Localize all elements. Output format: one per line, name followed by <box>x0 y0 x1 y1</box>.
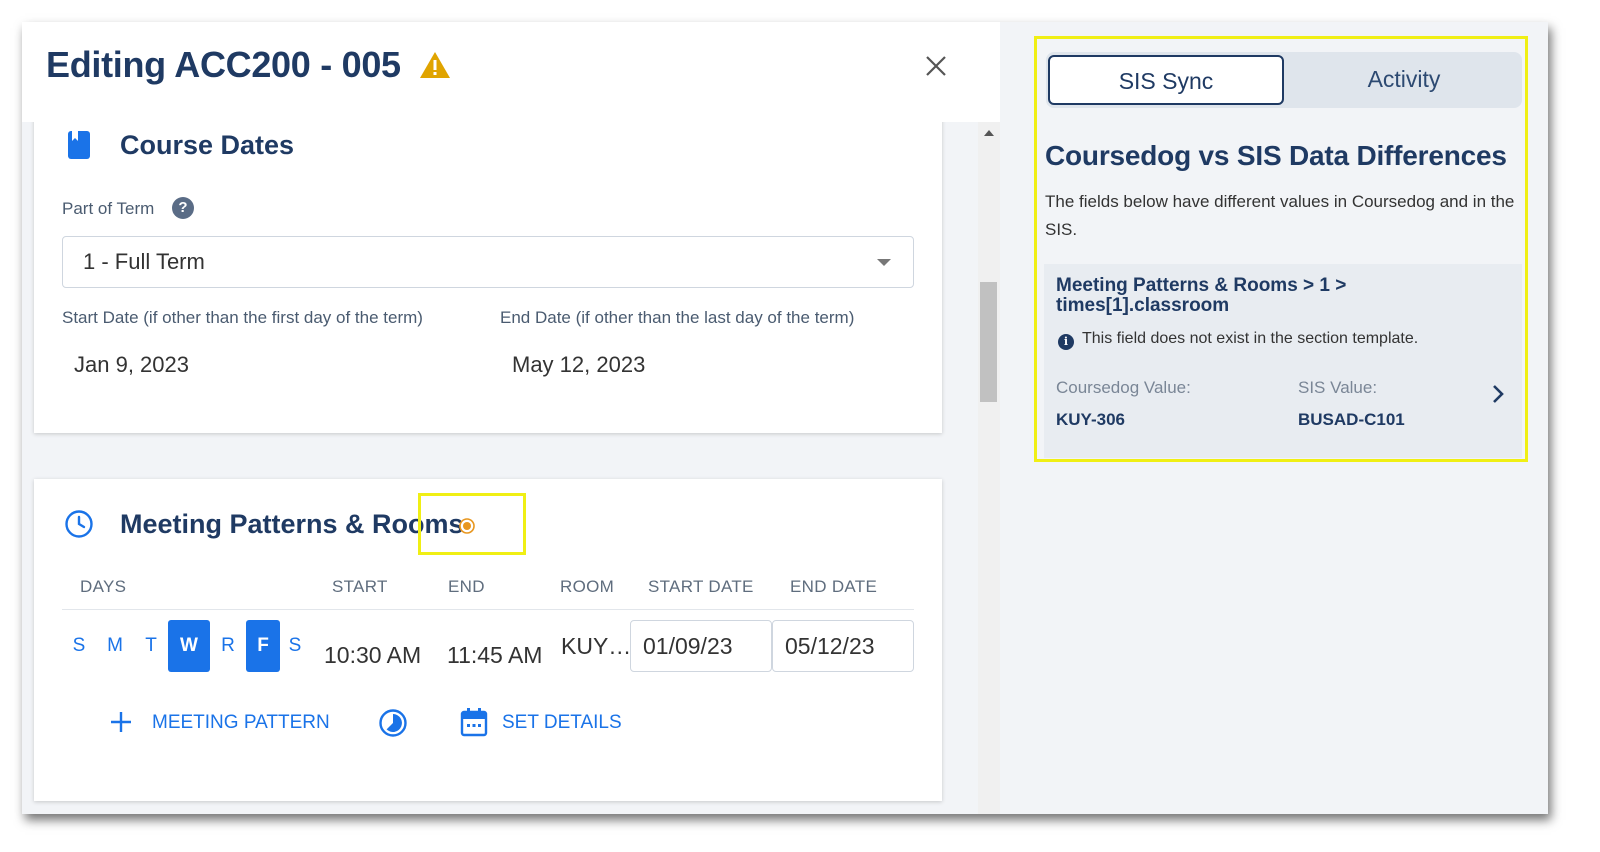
day-toggle-friday[interactable]: F <box>246 620 280 672</box>
meeting-start-date-input[interactable]: 01/09/23 <box>630 620 772 672</box>
calendar-icon <box>460 708 488 737</box>
sis-sync-panel: SIS Sync Activity Coursedog vs SIS Data … <box>1000 22 1548 814</box>
timer-icon[interactable] <box>378 708 408 738</box>
column-header-room: ROOM <box>560 577 615 596</box>
clock-icon <box>65 510 93 538</box>
book-icon <box>68 131 90 159</box>
add-meeting-pattern-label: MEETING PATTERN <box>152 712 330 733</box>
change-indicator-highlight <box>418 493 526 555</box>
column-header-days: DAYS <box>80 577 127 596</box>
day-toggle-sunday[interactable]: S <box>68 620 90 672</box>
column-header-end-date: END DATE <box>790 577 878 596</box>
chevron-down-icon <box>877 259 891 266</box>
course-dates-title: Course Dates <box>120 130 295 160</box>
column-header-start-date: START DATE <box>648 577 754 596</box>
set-details-button[interactable]: SET DETAILS <box>460 705 660 739</box>
set-details-label: SET DETAILS <box>502 712 622 733</box>
end-date-field[interactable]: May 12, 2023 <box>512 352 645 378</box>
start-date-field[interactable]: Jan 9, 2023 <box>74 352 189 378</box>
help-icon[interactable]: ? <box>172 197 194 219</box>
meeting-patterns-title: Meeting Patterns & Rooms <box>120 509 464 539</box>
start-date-label: Start Date (if other than the first day … <box>62 308 423 327</box>
room-field[interactable]: KUY… <box>561 633 631 660</box>
day-toggle-saturday[interactable]: S <box>284 620 306 672</box>
end-date-label: End Date (if other than the last day of … <box>500 308 855 327</box>
editor-header: Editing ACC200 - 005 <box>22 22 1000 122</box>
header-divider <box>62 609 914 610</box>
page-title: Editing ACC200 - 005 <box>46 44 401 85</box>
edit-section-window: Editing ACC200 - 005 Course Dates Part o… <box>22 22 1548 814</box>
editor-panel: Editing ACC200 - 005 Course Dates Part o… <box>22 22 1000 814</box>
warning-triangle-icon <box>420 52 450 78</box>
scroll-up-arrow-icon[interactable] <box>984 130 994 136</box>
close-icon[interactable] <box>922 52 950 80</box>
add-meeting-pattern-button[interactable]: MEETING PATTERN <box>110 705 350 739</box>
part-of-term-select[interactable]: 1 - Full Term <box>62 236 914 288</box>
column-header-end: END <box>448 577 485 596</box>
scroll-thumb[interactable] <box>980 282 997 402</box>
sis-sync-highlight <box>1034 36 1528 462</box>
editor-scrollbar[interactable] <box>978 122 1000 814</box>
meeting-end-date-input[interactable]: 05/12/23 <box>772 620 914 672</box>
start-time-field[interactable]: 10:30 AM <box>324 642 421 669</box>
course-dates-card: Course Dates Part of Term ? 1 - Full Ter… <box>34 122 942 433</box>
plus-icon <box>111 712 131 732</box>
part-of-term-label: Part of Term <box>62 199 155 218</box>
day-toggle-thursday[interactable]: R <box>216 620 240 672</box>
day-toggle-monday[interactable]: M <box>102 620 128 672</box>
day-toggle-wednesday[interactable]: W <box>168 620 210 672</box>
part-of-term-value: 1 - Full Term <box>83 249 205 274</box>
end-time-field[interactable]: 11:45 AM <box>447 642 542 669</box>
day-toggle-tuesday[interactable]: T <box>140 620 162 672</box>
column-header-start: START <box>332 577 388 596</box>
editor-scroll-area[interactable]: Course Dates Part of Term ? 1 - Full Ter… <box>22 122 978 814</box>
